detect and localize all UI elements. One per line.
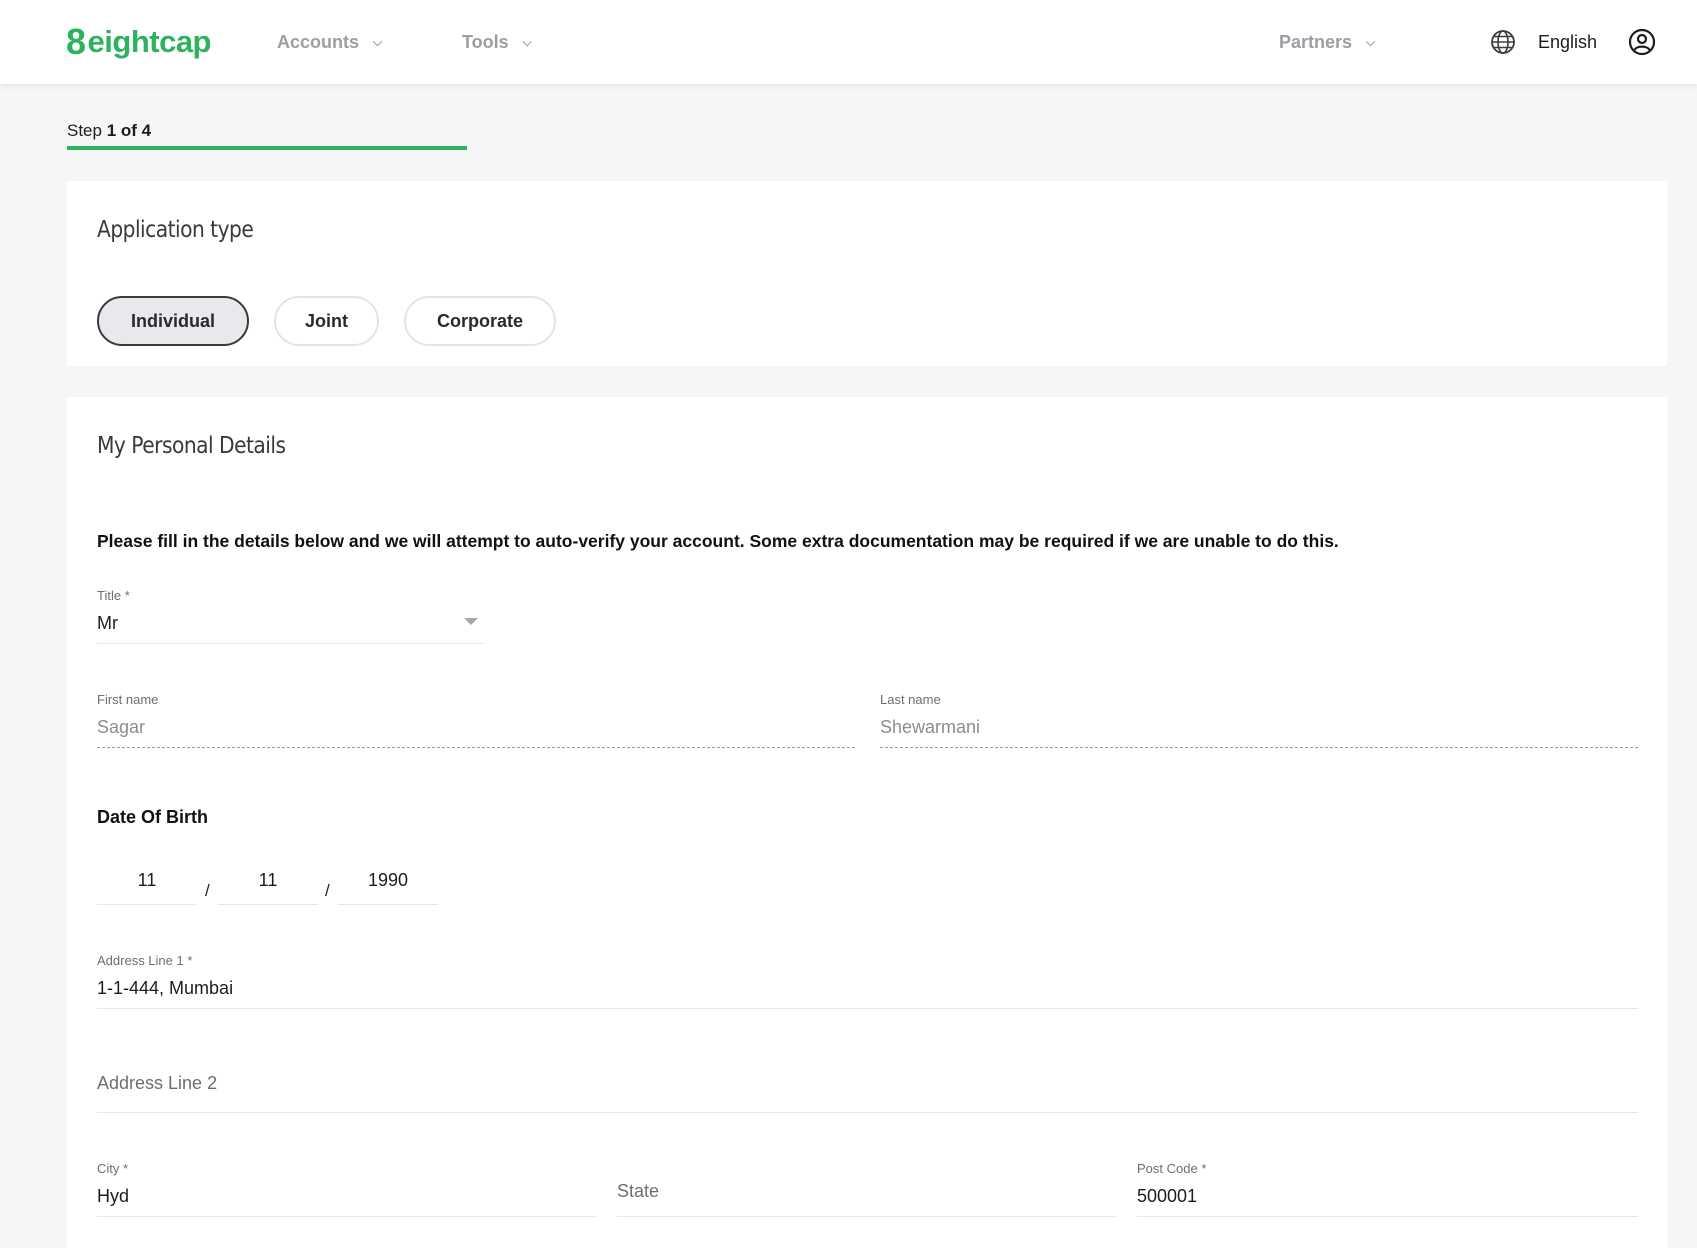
nav-tools[interactable]: Tools ⌵	[462, 28, 532, 56]
eightcap-logo[interactable]: 8 eightcap	[66, 20, 212, 64]
nav-partners[interactable]: Partners ⌵	[1279, 28, 1375, 56]
last-name-value: Shewarmani	[880, 717, 981, 737]
field-underline	[97, 1008, 1638, 1009]
dob-month-input[interactable]: 11	[218, 865, 318, 905]
dob-day-input[interactable]: 11	[97, 865, 197, 905]
dob-separator: /	[205, 881, 210, 900]
field-underline	[880, 747, 1638, 748]
title-value: Mr	[97, 613, 118, 633]
nav-tools-label: Tools	[462, 31, 509, 52]
corporate-option[interactable]: Corporate	[404, 296, 556, 346]
logo-mark: 8	[66, 21, 86, 62]
state-field[interactable]: State	[617, 1181, 1117, 1217]
title-select[interactable]: Title * Mr	[97, 588, 484, 644]
field-underline	[617, 1216, 1117, 1217]
city-field[interactable]: City * Hyd	[97, 1161, 597, 1217]
logo-text: eightcap	[87, 24, 212, 59]
step-count: 1 of 4	[106, 121, 152, 140]
language-selector[interactable]: English	[1490, 24, 1597, 60]
dob-year-input[interactable]: 1990	[338, 865, 438, 905]
language-label: English	[1538, 31, 1598, 52]
field-underline	[97, 1216, 597, 1217]
application-type-card: Application type Individual Joint Corpor…	[67, 181, 1667, 366]
city-label: City *	[97, 1161, 129, 1176]
last-name-field[interactable]: Last name Shewarmani	[880, 692, 1638, 748]
state-placeholder: State	[617, 1181, 660, 1201]
personal-details-title: My Personal Details	[97, 433, 286, 459]
joint-option[interactable]: Joint	[274, 296, 379, 346]
nav-accounts-label: Accounts	[277, 31, 360, 52]
dropdown-caret-icon	[464, 618, 478, 625]
city-value: Hyd	[97, 1186, 130, 1206]
step-progress-bar	[67, 146, 467, 150]
personal-details-card: My Personal Details Please fill in the d…	[67, 397, 1667, 1248]
post-code-label: Post Code *	[1137, 1161, 1207, 1176]
field-underline	[97, 1112, 1638, 1113]
chevron-down-icon: ⌵	[373, 34, 383, 49]
address-line1-value: 1-1-444, Mumbai	[97, 978, 234, 998]
last-name-label: Last name	[880, 692, 941, 707]
post-code-value: 500001	[1137, 1186, 1198, 1206]
intro-text: Please fill in the details below and we …	[97, 531, 1339, 551]
user-circle-icon[interactable]	[1628, 28, 1656, 56]
field-underline	[97, 747, 855, 748]
address-line2-field[interactable]: Address Line 2	[97, 1073, 1638, 1113]
first-name-value: Sagar	[97, 717, 146, 737]
first-name-label: First name	[97, 692, 159, 707]
address-line1-label: Address Line 1 *	[97, 953, 193, 968]
dob-label: Date Of Birth	[97, 807, 209, 827]
address-line1-field[interactable]: Address Line 1 * 1-1-444, Mumbai	[97, 953, 1638, 1009]
chevron-down-icon: ⌵	[522, 34, 532, 49]
title-label: Title *	[97, 588, 130, 603]
individual-option[interactable]: Individual	[97, 296, 249, 346]
dob-separator: /	[325, 881, 330, 900]
nav-accounts[interactable]: Accounts ⌵	[277, 28, 382, 56]
application-type-title: Application type	[97, 217, 254, 243]
globe-icon	[1491, 30, 1515, 54]
first-name-field[interactable]: First name Sagar	[97, 692, 855, 748]
nav-partners-label: Partners	[1279, 31, 1353, 52]
field-underline	[1137, 1216, 1638, 1217]
chevron-down-icon: ⌵	[1366, 34, 1376, 49]
address-line2-placeholder: Address Line 2	[97, 1073, 218, 1093]
top-navigation-bar: 8 eightcap Accounts ⌵ Tools ⌵ Partners ⌵…	[0, 0, 1697, 84]
step-indicator: Step 1 of 4	[67, 121, 151, 141]
post-code-field[interactable]: Post Code * 500001	[1137, 1161, 1638, 1217]
field-underline	[97, 643, 484, 644]
step-prefix: Step	[67, 121, 102, 140]
